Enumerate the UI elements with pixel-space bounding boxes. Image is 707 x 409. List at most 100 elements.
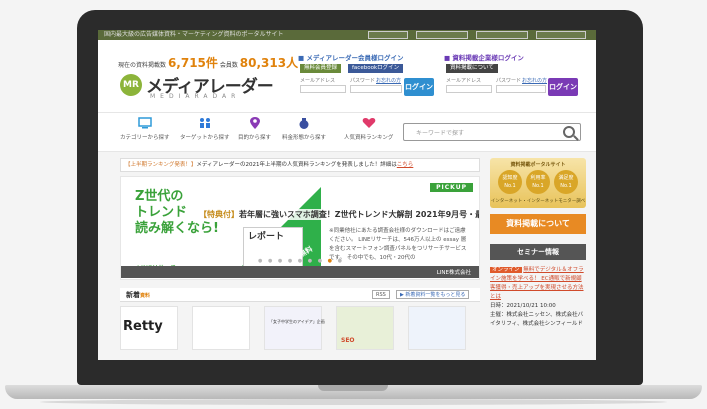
- news-text: メディアレーダーの2021年上半期の人気資料ランキングを発表しました！詳細は: [196, 162, 397, 168]
- people-icon: [199, 118, 210, 128]
- thumb-text: Retty: [123, 319, 163, 334]
- laptop-screen: 国内最大級の広告媒体資料・マーケティング資料のポータルサイト 現在の資料掲載数 …: [98, 30, 596, 360]
- banner-title-text: 若年層に強いスマホ調査！Z世代トレンド大解剖 2021年9月号・最新版: [239, 210, 480, 219]
- stats-members-count: 80,313人: [239, 56, 299, 70]
- medal-icon: 満足度 No.1: [554, 170, 578, 194]
- company-forgot-link[interactable]: お忘れの方: [522, 77, 547, 84]
- nav-label: 料金形態から探す: [282, 135, 327, 141]
- award-title: 資料掲載ポータルサイト: [510, 162, 566, 168]
- stage: 国内最大級の広告媒体資料・マーケティング資料のポータルサイト 現在の資料掲載数 …: [0, 0, 707, 409]
- member-email-input[interactable]: [300, 85, 346, 93]
- nav-target[interactable]: ターゲットから探す: [180, 117, 230, 141]
- member-password-label: パスワード: [350, 78, 376, 84]
- seminar-heading: セミナー情報: [490, 244, 586, 260]
- site-header: 現在の資料掲載数 6,715件 会員数 80,313人 MR メディアレーダー …: [98, 40, 596, 112]
- seminar-host: 主催：株式会社ニッセン、株式会社バイタリフィ、株式会社シンフィールド: [490, 312, 584, 327]
- nav-label: カテゴリーから探す: [120, 135, 170, 141]
- seminar-item: オンライン 無料でデジタル＆オフライン施策を学べる！ EC通販で新規顧客獲得・売…: [490, 266, 586, 329]
- site-logo[interactable]: MR メディアレーダー MEDIARADAR: [120, 72, 280, 102]
- nav-label: ターゲットから探す: [180, 135, 230, 141]
- banner-title[interactable]: 【特典付】若年層に強いスマホ調査！Z世代トレンド大解剖 2021年9月号・最新版: [199, 209, 480, 220]
- monitor-icon: [138, 117, 152, 129]
- search-placeholder: キーワードで探す: [416, 130, 465, 137]
- seminar-date: 日時：2021/10/21 10:00: [490, 303, 556, 309]
- medal-icon: 認知度 No.1: [498, 170, 522, 194]
- top-strip-button[interactable]: [416, 31, 468, 39]
- main-nav: カテゴリーから探す ターゲットから探す 目的から探す 料金形態から探す 人気資料…: [98, 112, 596, 152]
- company-login: ■ 資料掲載企業様ログイン: [444, 52, 524, 62]
- top-strip-button[interactable]: [536, 31, 586, 39]
- pickup-badge: PICKUP: [430, 183, 473, 192]
- member-email-label: メールアドレス: [300, 78, 336, 84]
- more-materials-button[interactable]: ▶ 新着資料一覧をもっと見る: [396, 290, 470, 299]
- top-strip-button[interactable]: [368, 31, 408, 39]
- carousel-dots[interactable]: ● ● ● ● ● ● ● ● ●: [258, 258, 344, 264]
- company-password-input[interactable]: [496, 85, 546, 93]
- award-badge: 資料掲載ポータルサイト 認知度 No.1 利用率 No.1 満足度 No.1 イ…: [490, 158, 586, 208]
- moneybag-icon: [299, 118, 309, 129]
- top-strip: 国内最大級の広告媒体資料・マーケティング資料のポータルサイト: [98, 30, 596, 40]
- banner-headline-line: 読み解くなら!: [135, 221, 219, 236]
- carousel-dot[interactable]: ● ● ● ● ● ● ●: [258, 258, 328, 264]
- new-materials-header: 新着資料 RSS ▶ 新着資料一覧をもっと見る: [120, 288, 480, 302]
- thumb-text: 「女子中学生のアイデア」企画: [269, 319, 325, 324]
- member-password-input[interactable]: [350, 85, 402, 93]
- nav-label: 目的から探す: [238, 135, 272, 141]
- logo-subtext: MEDIARADAR: [150, 93, 241, 100]
- listing-info-button[interactable]: 資料掲載について: [490, 214, 586, 234]
- search-input[interactable]: キーワードで探す: [403, 123, 581, 141]
- banner-company: LINE株式会社: [436, 270, 471, 276]
- top-strip-text: 国内最大級の広告媒体資料・マーケティング資料のポータルサイト: [104, 31, 284, 38]
- heart-icon: [362, 118, 375, 128]
- nav-ranking[interactable]: 人気資料ランキング: [344, 117, 393, 141]
- logo-mark-icon: MR: [120, 74, 142, 96]
- thumb-text: SEO: [341, 337, 355, 344]
- company-info-button[interactable]: 資料掲載について: [446, 64, 498, 73]
- banner-description: ※同業他社にあたる調査会社様のダウンロードはご遠慮ください。 LINEリサーチは…: [329, 228, 467, 261]
- award-caption: インターネット・インターネットモニター調べ: [490, 199, 586, 204]
- rss-button[interactable]: RSS: [372, 290, 390, 299]
- pickup-banner[interactable]: Z世代の トレンド 読み解くなら! レポート 無料 LINEリサーチ PICKU…: [120, 176, 480, 280]
- new-materials-heading: 新着資料: [126, 290, 150, 300]
- member-login-heading: ■ メディアレーダー会員様ログイン: [298, 54, 404, 62]
- top-strip-button[interactable]: [476, 31, 528, 39]
- search-icon[interactable]: [563, 126, 575, 138]
- material-thumb[interactable]: [192, 306, 250, 350]
- online-badge: オンライン: [490, 267, 522, 273]
- material-thumb[interactable]: 「女子中学生のアイデア」企画: [264, 306, 325, 350]
- register-button[interactable]: 無料会員登録: [300, 64, 342, 73]
- company-email-label: メールアドレス: [446, 78, 482, 84]
- main-content: 【上半期ランキング発表！】メディアレーダーの2021年上半期の人気資料ランキング…: [98, 152, 596, 360]
- facebook-login-button[interactable]: facebookログイン: [348, 64, 404, 73]
- nav-label: 人気資料ランキング: [344, 135, 394, 141]
- heading-text: 新着: [126, 291, 140, 299]
- nav-purpose[interactable]: 目的から探す: [238, 117, 271, 141]
- medal-icon: 利用率 No.1: [526, 170, 550, 194]
- company-login-button[interactable]: ログイン: [548, 78, 578, 96]
- heading-small: 資料: [140, 293, 151, 299]
- laptop-notch: [318, 385, 388, 391]
- member-login: ■ メディアレーダー会員様ログイン: [298, 52, 403, 62]
- nav-price[interactable]: 料金形態から探す: [282, 117, 326, 141]
- banner-title-tag: 【特典付】: [199, 210, 239, 219]
- banner-headline-line: Z世代の: [135, 189, 184, 204]
- laptop-shadow: [40, 399, 667, 405]
- carousel-dot[interactable]: ●: [334, 258, 344, 264]
- news-link[interactable]: こちら: [397, 162, 414, 168]
- stats-label-materials: 現在の資料掲載数: [118, 62, 167, 69]
- company-password-label: パスワード: [496, 78, 522, 84]
- site-stats: 現在の資料掲載数 6,715件 会員数 80,313人: [118, 54, 298, 71]
- pin-icon: [249, 117, 260, 129]
- stats-materials-count: 6,715件: [167, 56, 218, 70]
- material-thumb[interactable]: Retty: [120, 306, 178, 350]
- member-login-button[interactable]: ログイン: [404, 78, 434, 96]
- material-thumb[interactable]: [408, 306, 466, 350]
- material-thumb[interactable]: SEO: [336, 306, 394, 350]
- company-email-input[interactable]: [446, 85, 492, 93]
- company-login-heading: ■ 資料掲載企業様ログイン: [444, 54, 524, 62]
- member-forgot-link[interactable]: お忘れの方: [376, 77, 401, 84]
- stats-label-members: 会員数: [219, 62, 238, 69]
- nav-category[interactable]: カテゴリーから探す: [120, 117, 170, 141]
- banner-company-bar: LINE株式会社: [121, 266, 479, 278]
- news-ticker: 【上半期ランキング発表！】メディアレーダーの2021年上半期の人気資料ランキング…: [120, 158, 480, 172]
